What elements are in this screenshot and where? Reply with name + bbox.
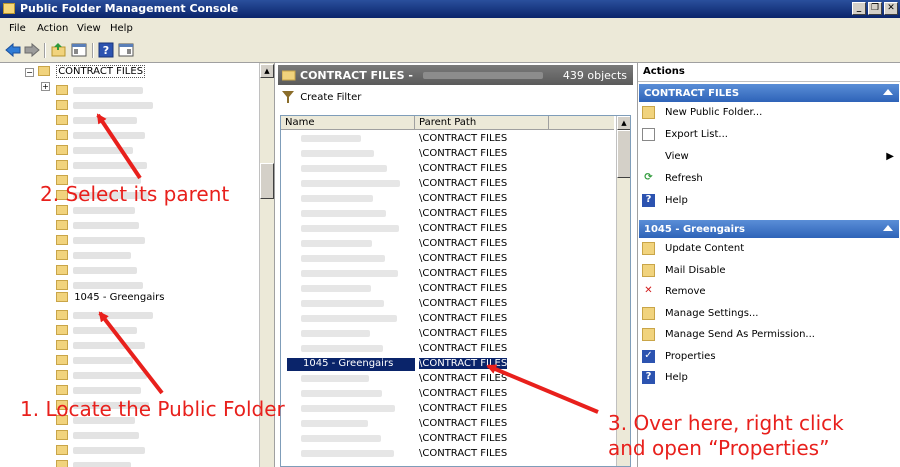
annotation-step-3-line-1: 3. Over here, right click: [608, 411, 844, 435]
annotation-step-2: 2. Select its parent: [40, 182, 230, 206]
annotation-step-3-line-2: and open “Properties”: [608, 436, 830, 460]
annotation-step-1: 1. Locate the Public Folder: [20, 397, 285, 421]
